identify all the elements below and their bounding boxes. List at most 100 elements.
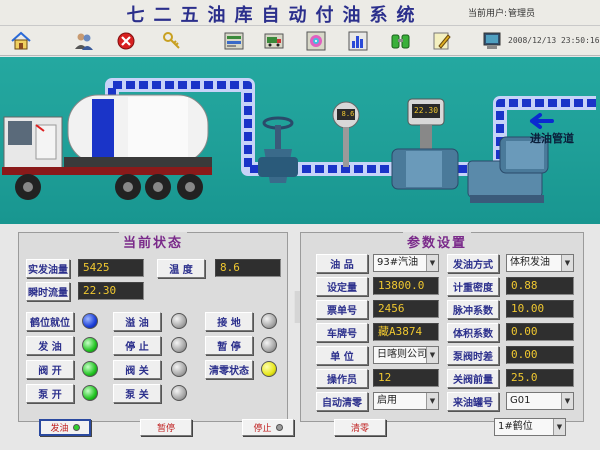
edit-icon[interactable] <box>430 29 454 53</box>
keys-icon[interactable] <box>160 29 184 53</box>
density-display[interactable]: 0.88 <box>506 277 574 295</box>
chevron-down-icon: ▼ <box>561 255 573 271</box>
chevron-down-icon: ▼ <box>553 419 565 435</box>
toolbar: 2008/12/13 23:50:16.7 <box>0 26 600 56</box>
paused-lamp <box>261 337 277 353</box>
current-user-value: 管理员 <box>508 9 536 19</box>
temperature-meter-readout: 8.6 <box>341 110 355 118</box>
ticket-number-display[interactable]: 2456 <box>373 300 439 318</box>
grounding-label: 接 地 <box>205 312 253 331</box>
flow-rate-display: 22.30 <box>78 282 144 300</box>
status-dot-icon <box>275 424 283 431</box>
flow-meter-readout: 22.30 <box>413 106 439 115</box>
pulse-coefficient-label: 脉冲系数 <box>447 300 499 319</box>
auto-reset-label: 自动清零 <box>316 392 368 411</box>
status-dot-icon <box>72 424 80 431</box>
actual-volume-label: 实发油量 <box>26 259 70 278</box>
chevron-down-icon: ▼ <box>426 347 438 363</box>
stopped-lamp <box>171 337 187 353</box>
start-dispense-label: 发油 <box>50 424 69 434</box>
overflow-label: 溢 油 <box>113 312 161 331</box>
pre-close-volume-display[interactable]: 25.0 <box>506 369 574 387</box>
volume-coefficient-label: 体积系数 <box>447 323 499 342</box>
process-diagram <box>2 78 596 203</box>
valve-closed-lamp <box>171 361 187 377</box>
app-title: 七二五油库自动付油系统 <box>126 5 424 26</box>
stop-label: 停止 <box>253 424 272 434</box>
operator-display[interactable]: 12 <box>373 369 439 387</box>
crane-in-position-lamp <box>82 313 98 329</box>
pre-close-volume-label: 关阀前量 <box>447 369 499 388</box>
flow-rate-label: 瞬时流量 <box>26 282 70 301</box>
params-panel-title: 参数设置 <box>403 232 472 251</box>
company-label: 单 位 <box>316 346 368 365</box>
status-panel-title: 当前状态 <box>119 232 188 251</box>
reset-status-lamp <box>261 361 277 377</box>
reset-status-label: 清零状态 <box>205 360 253 379</box>
reset-label: 清零 <box>350 424 369 434</box>
temperature-display: 8.6 <box>215 259 281 277</box>
oil-product-select[interactable]: 93#汽油 ▼ <box>373 254 439 272</box>
start-dispense-button[interactable]: 发油 <box>39 419 91 436</box>
pump-off-label: 泵 关 <box>113 384 161 403</box>
pause-button[interactable]: 暂停 <box>140 419 192 436</box>
inlet-arrow-icon <box>530 113 554 129</box>
company-select[interactable]: 日喀则公司 ▼ <box>373 346 439 364</box>
chevron-down-icon: ▼ <box>426 393 438 409</box>
truck-icon[interactable] <box>262 29 286 53</box>
grounding-lamp <box>261 313 277 329</box>
plate-number-label: 车牌号 <box>316 323 368 342</box>
pump-off-lamp <box>171 385 187 401</box>
operator-label: 操作员 <box>316 369 368 388</box>
close-icon[interactable] <box>114 29 138 53</box>
datetime-display: 2008/12/13 23:50:16.7 <box>508 36 600 45</box>
pump-valve-delay-label: 泵阀时差 <box>447 346 499 365</box>
stop-button[interactable]: 停止 <box>242 419 294 436</box>
home-icon[interactable] <box>9 29 33 53</box>
control-area: ICE 当前状态 实发油量 5425 温 度 8.6 瞬时流量 22.30 鹤位… <box>0 224 600 450</box>
truck-list-icon[interactable] <box>222 29 246 53</box>
pause-label: 暂停 <box>156 424 175 434</box>
reset-button[interactable]: 清零 <box>334 419 386 436</box>
current-user-label: 当前用户: <box>468 9 508 19</box>
ticket-number-label: 票单号 <box>316 300 368 319</box>
inlet-pipe-label: 进油管道 <box>530 132 574 145</box>
pulse-coefficient-display[interactable]: 10.00 <box>506 300 574 318</box>
title-bar: 七二五油库自动付油系统 当前用户: 管理员 <box>0 0 600 26</box>
pump <box>467 136 549 203</box>
paused-label: 暂 停 <box>205 336 253 355</box>
set-volume-display[interactable]: 13800.0 <box>373 277 439 295</box>
oil-product-label: 油 品 <box>316 254 368 273</box>
params-panel: 参数设置 油 品 93#汽油 ▼ 设定量 13800.0 票单号 2456 车牌号… <box>300 232 584 422</box>
temperature-label: 温 度 <box>157 259 205 278</box>
actual-volume-display: 5425 <box>78 259 144 277</box>
dispense-mode-select[interactable]: 体积发油 ▼ <box>506 254 574 272</box>
auto-reset-select[interactable]: 启用 ▼ <box>373 392 439 410</box>
valve-closed-label: 阀 关 <box>113 360 161 379</box>
pump-on-label: 泵 开 <box>26 384 74 403</box>
status-panel: 当前状态 实发油量 5425 温 度 8.6 瞬时流量 22.30 鹤位就位 发… <box>18 232 288 422</box>
terminal-icon[interactable] <box>480 29 504 53</box>
crane-in-position-label: 鹤位就位 <box>26 312 74 331</box>
disc-icon[interactable] <box>304 29 328 53</box>
dispense-mode-label: 发油方式 <box>447 254 499 273</box>
pump-valve-delay-display[interactable]: 0.00 <box>506 346 574 364</box>
volume-coefficient-display[interactable]: 0.00 <box>506 323 574 341</box>
crane-position-select[interactable]: 1#鹤位 ▼ <box>494 418 566 436</box>
valve-open-label: 阀 开 <box>26 360 74 379</box>
overflow-lamp <box>171 313 187 329</box>
stopped-label: 停 止 <box>113 336 161 355</box>
source-tank-select[interactable]: G01 ▼ <box>506 392 574 410</box>
users-icon[interactable] <box>72 29 96 53</box>
chevron-down-icon: ▼ <box>561 393 573 409</box>
bar-chart-icon[interactable] <box>346 29 370 53</box>
set-volume-label: 设定量 <box>316 277 368 296</box>
dispensing-lamp <box>82 337 98 353</box>
plate-number-display[interactable]: 藏A3874 <box>373 323 439 341</box>
dispensing-label: 发 油 <box>26 336 74 355</box>
gate-valve <box>258 116 298 183</box>
source-tank-label: 来油罐号 <box>447 392 499 411</box>
tanks-icon[interactable] <box>389 29 413 53</box>
valve-open-lamp <box>82 361 98 377</box>
tanker-truck <box>2 94 212 200</box>
